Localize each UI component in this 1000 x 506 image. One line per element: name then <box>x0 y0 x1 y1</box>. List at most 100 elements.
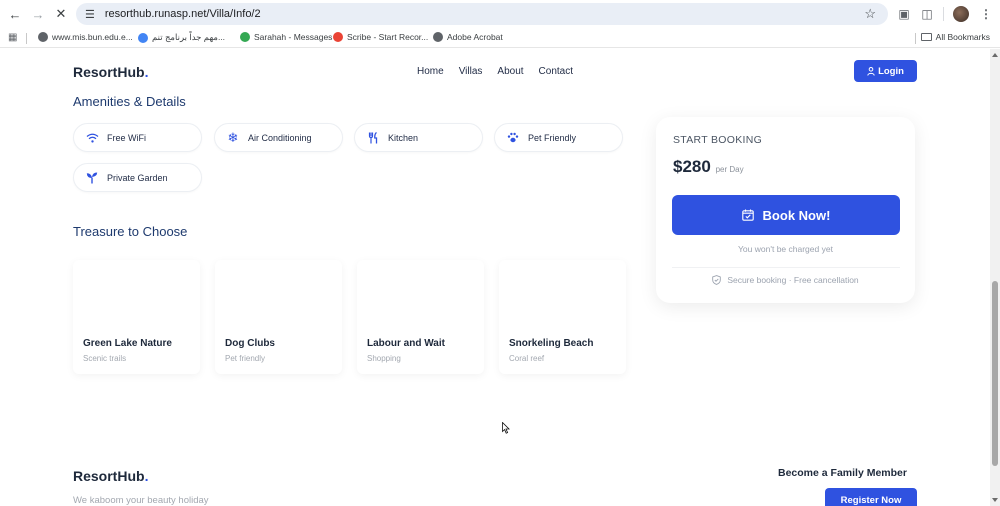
bookmark-label: www.mis.bun.edu.e... <box>52 32 133 42</box>
address-bar[interactable]: ☰ resorthub.runasp.net/Villa/Info/2 ☆ <box>76 3 888 25</box>
toolbar-divider <box>943 7 944 21</box>
price-unit: per Day <box>715 165 744 174</box>
shield-icon <box>712 275 722 285</box>
secure-note: Secure booking · Free cancellation <box>656 275 915 285</box>
bookmark-item[interactable]: مهم جداً برنامج تنم... <box>138 32 225 43</box>
place-name: Snorkeling Beach <box>509 338 594 349</box>
screenshot-icon[interactable]: ▣ <box>896 6 912 22</box>
place-name: Dog Clubs <box>225 338 275 349</box>
sarahah-icon <box>240 32 250 42</box>
amenity-label: Free WiFi <box>107 132 146 143</box>
amenity-free-wifi: Free WiFi <box>73 123 202 152</box>
amenity-pet-friendly: Pet Friendly <box>494 123 623 152</box>
booking-card: START BOOKING $280 per Day Book Now! You… <box>656 117 915 303</box>
secure-label: Secure booking · Free cancellation <box>727 275 859 285</box>
utensils-icon <box>366 131 380 144</box>
bookmark-item[interactable]: www.mis.bun.edu.e... <box>38 32 133 42</box>
seedling-icon <box>85 172 99 184</box>
nav-villas[interactable]: Villas <box>459 66 483 77</box>
place-subtitle: Pet friendly <box>225 354 266 363</box>
amenity-air-conditioning: ❄ Air Conditioning <box>214 123 343 152</box>
scroll-down-arrow-icon[interactable] <box>992 498 998 502</box>
place-name: Green Lake Nature <box>83 338 172 349</box>
login-button[interactable]: Login <box>854 60 917 82</box>
all-bookmarks-button[interactable]: All Bookmarks <box>920 32 990 42</box>
bookmark-star-icon[interactable]: ☆ <box>864 6 876 22</box>
snowflake-icon: ❄ <box>227 129 239 145</box>
bookmark-item[interactable]: Scribe - Start Recor... <box>333 32 428 42</box>
folder-icon <box>920 33 932 41</box>
bookmark-item[interactable]: Sarahah - Messages <box>240 32 332 42</box>
bookmark-label: Scribe - Start Recor... <box>347 32 429 42</box>
amenity-label: Kitchen <box>388 132 419 143</box>
amenity-private-garden: Private Garden <box>73 163 202 192</box>
page-viewport: ResortHub. Home Villas About Contact Log… <box>0 49 990 506</box>
login-label: Login <box>878 65 904 77</box>
main-nav: Home Villas About Contact <box>417 66 573 77</box>
apps-grid-icon[interactable]: ▦ <box>8 32 17 43</box>
scribe-icon <box>333 32 343 42</box>
register-label: Register Now <box>840 494 902 506</box>
scrollbar-thumb[interactable] <box>992 281 998 466</box>
logo-text: ResortHub <box>73 468 145 484</box>
booking-divider <box>672 267 900 268</box>
booking-label: START BOOKING <box>673 134 763 146</box>
amenity-label: Private Garden <box>107 172 168 183</box>
place-subtitle: Shopping <box>367 354 401 363</box>
family-member-heading: Become a Family Member <box>778 467 907 479</box>
footer-tagline: We kaboom your beauty holiday <box>73 495 209 506</box>
treasure-title: Treasure to Choose <box>73 224 188 239</box>
browser-toolbar: ← → ✕ ☰ resorthub.runasp.net/Villa/Info/… <box>0 0 1000 28</box>
globe-icon <box>433 32 443 42</box>
logo-dot: . <box>144 64 149 80</box>
kebab-menu-icon[interactable]: ⋮ <box>978 6 994 22</box>
all-bookmarks-label: All Bookmarks <box>935 32 990 42</box>
wifi-icon <box>85 133 99 143</box>
bookmark-label: Adobe Acrobat <box>447 32 503 42</box>
url-text[interactable]: resorthub.runasp.net/Villa/Info/2 <box>105 8 261 20</box>
charge-note: You won't be charged yet <box>738 244 833 254</box>
nav-about[interactable]: About <box>497 66 523 77</box>
bookmarks-bar: ▦ www.mis.bun.edu.e... مهم جداً برنامج ت… <box>0 28 1000 48</box>
bookmark-item[interactable]: Adobe Acrobat <box>433 32 503 42</box>
bookmark-label: مهم جداً برنامج تنم... <box>152 32 226 42</box>
forward-arrow-icon[interactable]: → <box>28 4 48 24</box>
paw-icon <box>506 132 520 143</box>
chat-icon <box>138 32 148 43</box>
logo-text: ResortHub <box>73 64 145 80</box>
back-arrow-icon[interactable]: ← <box>5 4 25 24</box>
site-logo[interactable]: ResortHub. <box>73 64 148 80</box>
bookmarks-divider <box>915 33 916 44</box>
place-subtitle: Coral reef <box>509 354 545 363</box>
nav-home[interactable]: Home <box>417 66 444 77</box>
price-value: $280 <box>673 157 711 176</box>
place-card-green-lake[interactable]: Green Lake Nature Scenic trails <box>73 260 200 374</box>
place-card-dog-clubs[interactable]: Dog Clubs Pet friendly <box>215 260 342 374</box>
book-now-button[interactable]: Book Now! <box>672 195 900 235</box>
mouse-cursor-icon <box>502 422 510 434</box>
place-card-labour-and-wait[interactable]: Labour and Wait Shopping <box>357 260 484 374</box>
place-card-snorkeling-beach[interactable]: Snorkeling Beach Coral reef <box>499 260 626 374</box>
page-scrollbar[interactable] <box>990 49 1000 506</box>
place-subtitle: Scenic trails <box>83 354 127 363</box>
register-now-button[interactable]: Register Now <box>825 488 917 506</box>
calendar-check-icon <box>741 209 754 221</box>
amenities-title: Amenities & Details <box>73 94 186 109</box>
user-icon <box>867 66 875 76</box>
amenity-label: Air Conditioning <box>248 132 312 143</box>
price-display: $280 per Day <box>673 157 744 177</box>
nav-contact[interactable]: Contact <box>539 66 573 77</box>
amenity-label: Pet Friendly <box>528 132 577 143</box>
extensions-icon[interactable]: ◫ <box>919 6 935 22</box>
stop-loading-icon[interactable]: ✕ <box>51 4 71 24</box>
book-now-label: Book Now! <box>762 207 831 223</box>
footer-logo[interactable]: ResortHub. <box>73 468 148 484</box>
globe-icon <box>38 32 48 42</box>
bookmark-label: Sarahah - Messages <box>254 32 333 42</box>
bookmarks-divider <box>26 33 27 44</box>
logo-dot: . <box>144 468 149 484</box>
amenity-kitchen: Kitchen <box>354 123 483 152</box>
profile-avatar[interactable] <box>953 6 969 22</box>
scroll-up-arrow-icon[interactable] <box>992 53 998 57</box>
site-info-icon[interactable]: ☰ <box>85 8 95 21</box>
